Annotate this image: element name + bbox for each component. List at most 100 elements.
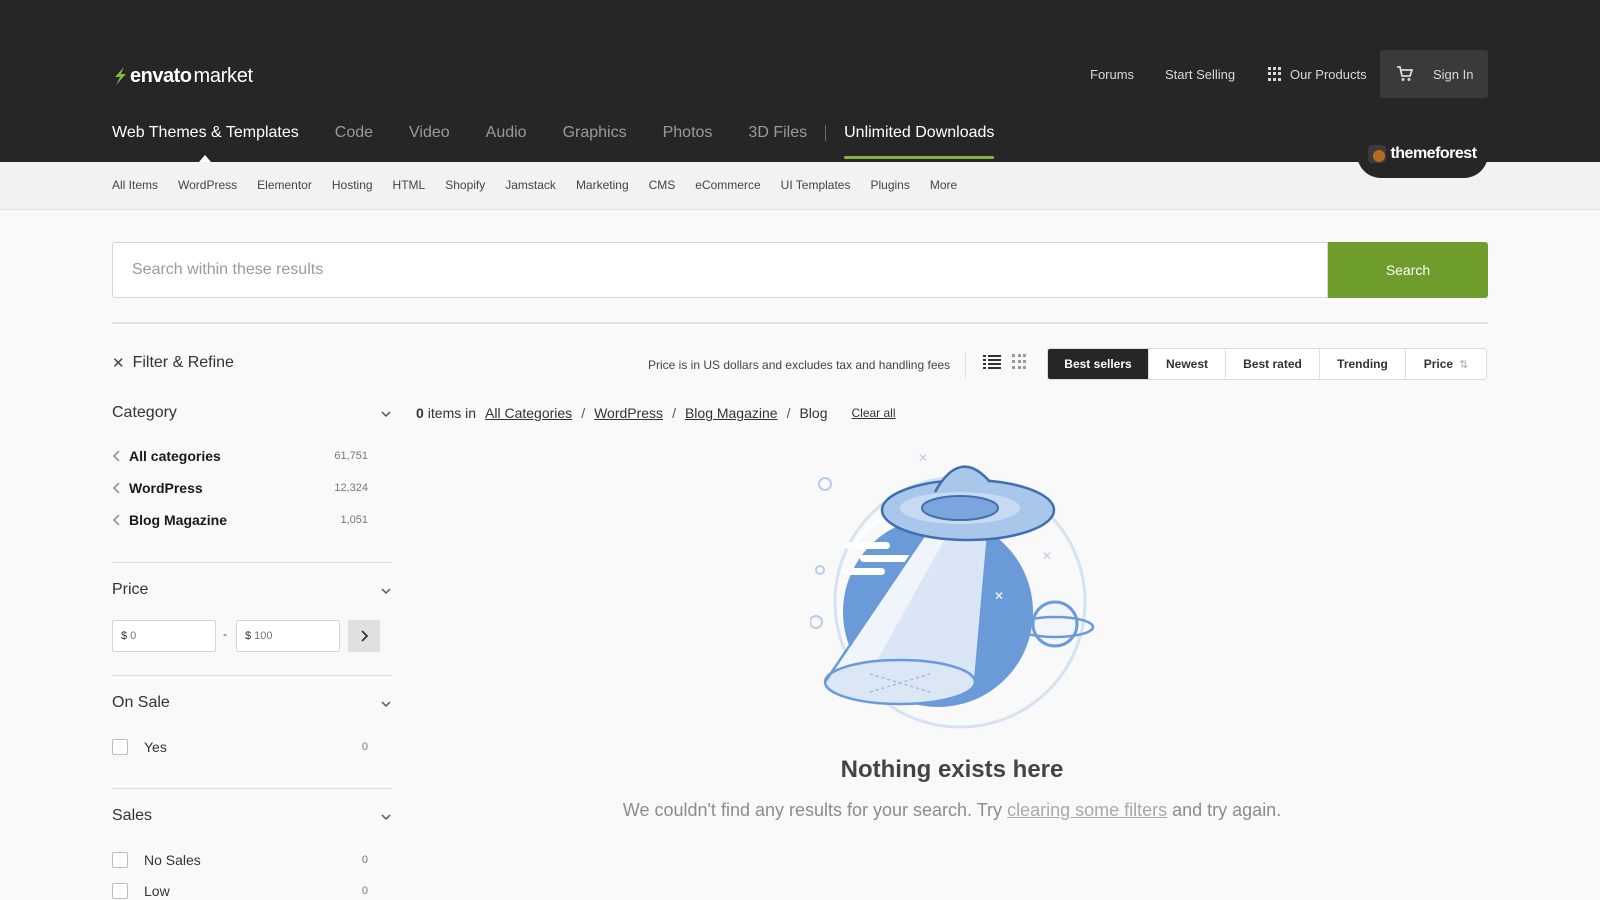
category-item-wordpress[interactable]: WordPress 12,324 xyxy=(112,480,368,496)
price-min-field[interactable]: $ xyxy=(112,620,216,652)
nav-web-themes[interactable]: Web Themes & Templates xyxy=(112,124,299,162)
search-divider xyxy=(112,322,1488,324)
nav-code[interactable]: Code xyxy=(335,124,373,142)
toolbar-divider xyxy=(965,352,966,378)
clearing-filters-link[interactable]: clearing some filters xyxy=(1007,800,1167,820)
subnav-plugins[interactable]: Plugins xyxy=(870,178,909,192)
ufo-empty-illustration: ✕ ✕ ✕ xyxy=(810,452,1095,729)
sales-section-title[interactable]: Sales xyxy=(112,807,152,825)
checkbox[interactable] xyxy=(112,739,128,755)
category-label: All categories xyxy=(129,448,221,464)
subnav-shopify[interactable]: Shopify xyxy=(445,178,485,192)
price-section-title[interactable]: Price xyxy=(112,581,148,599)
themeforest-icon xyxy=(1368,145,1387,163)
sort-trending[interactable]: Trending xyxy=(1320,349,1406,379)
envato-market-logo[interactable]: envato market xyxy=(112,63,253,89)
sort-options: Best sellers Newest Best rated Trending … xyxy=(1047,348,1487,380)
section-divider xyxy=(112,788,392,789)
chevron-left-icon xyxy=(112,482,120,494)
breadcrumb-all-categories[interactable]: All Categories xyxy=(485,405,572,421)
chevron-down-icon[interactable] xyxy=(380,408,392,420)
svg-text:✕: ✕ xyxy=(1042,549,1052,563)
subnav-jamstack[interactable]: Jamstack xyxy=(505,178,556,192)
start-selling-link[interactable]: Start Selling xyxy=(1165,60,1235,88)
forums-link[interactable]: Forums xyxy=(1090,60,1134,88)
subnav-hosting[interactable]: Hosting xyxy=(332,178,373,192)
price-apply-button[interactable] xyxy=(348,620,380,652)
nav-unlimited-downloads[interactable]: Unlimited Downloads xyxy=(844,124,995,159)
checkbox[interactable] xyxy=(112,883,128,899)
chevron-left-icon xyxy=(112,514,120,526)
subnav-cms[interactable]: CMS xyxy=(649,178,676,192)
currency-symbol: $ xyxy=(121,630,128,642)
logo-market-text: market xyxy=(193,64,253,87)
search-button[interactable]: Search xyxy=(1328,242,1488,298)
section-divider xyxy=(112,562,392,563)
main-nav: Web Themes & Templates Code Video Audio … xyxy=(112,122,995,162)
nav-photos[interactable]: Photos xyxy=(663,124,713,142)
category-item-blog-magazine[interactable]: Blog Magazine 1,051 xyxy=(112,512,368,528)
themeforest-badge[interactable]: themeforest xyxy=(1357,130,1488,178)
subnav-more[interactable]: More xyxy=(930,178,957,192)
price-min-input[interactable] xyxy=(130,630,201,642)
sales-low-option[interactable]: Low 0 xyxy=(112,883,368,899)
sign-in-link[interactable]: Sign In xyxy=(1433,67,1473,82)
price-dash: - xyxy=(223,627,227,641)
empty-message-after: and try again. xyxy=(1167,800,1282,820)
sort-best-sellers[interactable]: Best sellers xyxy=(1048,349,1149,379)
list-view-icon[interactable] xyxy=(983,354,1001,370)
subnav-elementor[interactable]: Elementor xyxy=(257,178,312,192)
subnav-html[interactable]: HTML xyxy=(393,178,426,192)
top-header: envato market Forums Start Selling Our P… xyxy=(0,0,1600,162)
price-max-field[interactable]: $ xyxy=(236,620,340,652)
sort-newest[interactable]: Newest xyxy=(1149,349,1226,379)
our-products-menu[interactable]: Our Products xyxy=(1268,60,1367,88)
currency-symbol: $ xyxy=(245,630,252,642)
subnav-marketing[interactable]: Marketing xyxy=(576,178,629,192)
cart-icon[interactable] xyxy=(1396,65,1414,83)
checkbox-label: No Sales xyxy=(144,852,201,868)
sort-arrows-icon: ⇅ xyxy=(1459,358,1469,371)
subnav-all-items[interactable]: All Items xyxy=(112,178,158,192)
breadcrumb-separator: / xyxy=(786,405,791,421)
option-count: 0 xyxy=(361,885,368,897)
subnav-wordpress[interactable]: WordPress xyxy=(178,178,237,192)
category-item-all[interactable]: All categories 61,751 xyxy=(112,448,368,464)
our-products-label: Our Products xyxy=(1290,66,1367,82)
option-count: 0 xyxy=(361,854,368,866)
sort-best-rated[interactable]: Best rated xyxy=(1226,349,1320,379)
filter-refine-toggle[interactable]: ✕ Filter & Refine xyxy=(112,354,234,372)
grid-view-icon[interactable] xyxy=(1012,354,1028,370)
on-sale-section-title[interactable]: On Sale xyxy=(112,694,170,712)
sort-price[interactable]: Price ⇅ xyxy=(1406,349,1486,379)
nav-3d-files[interactable]: 3D Files xyxy=(748,124,807,142)
nav-divider xyxy=(825,125,827,141)
breadcrumb-blog-magazine[interactable]: Blog Magazine xyxy=(685,405,778,421)
envato-leaf-icon xyxy=(115,67,126,85)
breadcrumb-separator: / xyxy=(581,405,586,421)
price-note: Price is in US dollars and excludes tax … xyxy=(648,358,951,372)
checkbox-label: Yes xyxy=(144,739,167,755)
chevron-down-icon[interactable] xyxy=(380,698,392,710)
subnav-ui-templates[interactable]: UI Templates xyxy=(781,178,851,192)
category-count: 12,324 xyxy=(334,482,368,494)
chevron-down-icon[interactable] xyxy=(380,811,392,823)
category-section-title[interactable]: Category xyxy=(112,404,177,422)
breadcrumb-separator: / xyxy=(672,405,676,421)
chevron-down-icon[interactable] xyxy=(380,585,392,597)
empty-state-title: Nothing exists here xyxy=(840,756,1064,783)
clear-all-link[interactable]: Clear all xyxy=(852,406,896,420)
nav-audio[interactable]: Audio xyxy=(486,124,527,142)
on-sale-yes-option[interactable]: Yes 0 xyxy=(112,739,368,755)
nav-graphics[interactable]: Graphics xyxy=(563,124,627,142)
category-count: 1,051 xyxy=(340,514,368,526)
sales-no-sales-option[interactable]: No Sales 0 xyxy=(112,852,368,868)
checkbox[interactable] xyxy=(112,852,128,868)
nav-video[interactable]: Video xyxy=(409,124,450,142)
price-max-input[interactable] xyxy=(254,630,325,642)
subnav-ecommerce[interactable]: eCommerce xyxy=(695,178,760,192)
themeforest-label: themeforest xyxy=(1390,145,1477,162)
search-input[interactable] xyxy=(112,242,1328,298)
breadcrumb-blog: Blog xyxy=(799,405,828,421)
breadcrumb-wordpress[interactable]: WordPress xyxy=(594,405,663,421)
